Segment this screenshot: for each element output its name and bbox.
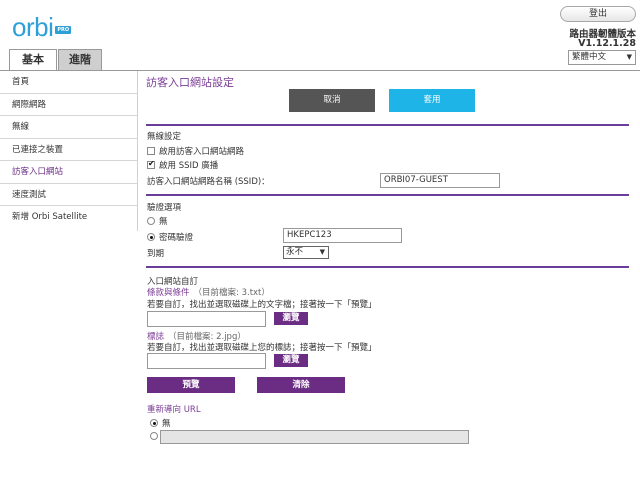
sidebar-divider <box>137 71 138 231</box>
logout-button[interactable]: 登出 <box>560 6 636 22</box>
enable-portal-label: 啟用訪客入口網站網路 <box>159 147 245 157</box>
auth-heading: 驗證選項 <box>147 203 182 213</box>
logo-text: orbi <box>12 12 54 42</box>
enable-portal-checkbox[interactable] <box>147 147 155 155</box>
terms-current-file: （目前檔案: 3.txt） <box>193 288 270 298</box>
sidebar-item-add-satellite[interactable]: 新增 Orbi Satellite <box>0 206 137 229</box>
ssid-broadcast-checkbox[interactable] <box>147 159 155 169</box>
preview-button[interactable]: 預覽 <box>147 377 235 393</box>
wireless-settings-heading: 無線設定 <box>147 132 182 142</box>
sidebar-item-attached-devices[interactable]: 已連接之裝置 <box>0 139 137 161</box>
cancel-button[interactable]: 取消 <box>289 89 375 112</box>
ssid-label: 訪客入口網站網路名稱 (SSID)： <box>147 177 270 187</box>
chevron-down-icon: ▼ <box>626 53 632 61</box>
expire-value: 永不 <box>286 247 304 257</box>
firmware-version: V1.12.1.28 <box>578 38 636 49</box>
logo-browse-button[interactable]: 瀏覽 <box>274 354 308 367</box>
terms-browse-button[interactable]: 瀏覽 <box>274 312 308 325</box>
terms-label: 條款與條件 <box>147 288 190 298</box>
terms-file-input[interactable] <box>147 311 266 327</box>
page-title: 訪客入口網站設定 <box>146 76 234 89</box>
expire-select[interactable]: 永不 ▼ <box>283 246 329 259</box>
apply-button[interactable]: 套用 <box>389 89 475 112</box>
auth-password-radio[interactable] <box>147 233 155 241</box>
redirect-url-input[interactable] <box>160 430 469 444</box>
sidebar: 首頁 網際網路 無線 已連接之裝置 訪客入口網站 速度測試 新增 Orbi Sa… <box>0 71 137 231</box>
tab-advanced[interactable]: 進階 <box>58 49 102 70</box>
tab-basic[interactable]: 基本 <box>9 49 57 70</box>
auth-none-row: 無 <box>147 215 168 227</box>
sidebar-item-internet[interactable]: 網際網路 <box>0 94 137 116</box>
section-divider <box>146 266 629 268</box>
redirect-none-row: 無 <box>150 417 171 429</box>
terms-row: 條款與條件 （目前檔案: 3.txt） <box>147 286 270 298</box>
redirect-none-label: 無 <box>162 419 171 429</box>
enable-portal-row: 啟用訪客入口網站網路 <box>147 145 244 157</box>
auth-none-radio[interactable] <box>147 217 155 225</box>
auth-password-label: 密碼驗證 <box>159 233 194 243</box>
redirect-heading: 重新導向 URL <box>147 405 201 415</box>
sidebar-item-speed-test[interactable]: 速度測試 <box>0 184 137 206</box>
sidebar-item-wireless[interactable]: 無線 <box>0 116 137 139</box>
ssid-input[interactable]: ORBI07-GUEST <box>380 173 500 188</box>
redirect-none-radio[interactable] <box>150 419 158 427</box>
terms-hint: 若要自訂，找出並選取磁碟上的文字檔；接著按一下「預覽」 <box>147 300 377 310</box>
chevron-down-icon: ▼ <box>319 248 325 256</box>
auth-password-row: 密碼驗證 <box>147 231 193 243</box>
redirect-url-radio[interactable] <box>150 432 158 440</box>
expire-label: 到期 <box>147 249 165 259</box>
password-input[interactable]: HKEPC123 <box>283 228 402 243</box>
ssid-broadcast-label: 啟用 SSID 廣播 <box>159 161 219 171</box>
orbi-logo: orbi PRO <box>12 12 72 42</box>
section-divider <box>146 124 629 126</box>
auth-none-label: 無 <box>159 217 168 227</box>
language-value: 繁體中文 <box>572 52 607 62</box>
section-divider <box>146 194 629 196</box>
language-select[interactable]: 繁體中文 ▼ <box>568 50 636 65</box>
clear-button[interactable]: 清除 <box>257 377 345 393</box>
logo-file-input[interactable] <box>147 353 266 369</box>
sidebar-item-home[interactable]: 首頁 <box>0 71 137 94</box>
sidebar-item-guest-portal[interactable]: 訪客入口網站 <box>0 161 137 184</box>
logo-badge: PRO <box>55 26 72 34</box>
logo-hint: 若要自訂，找出並選取磁碟上您的標誌；接著按一下「預覽」 <box>147 343 377 353</box>
ssid-broadcast-row: 啟用 SSID 廣播 <box>147 159 218 171</box>
